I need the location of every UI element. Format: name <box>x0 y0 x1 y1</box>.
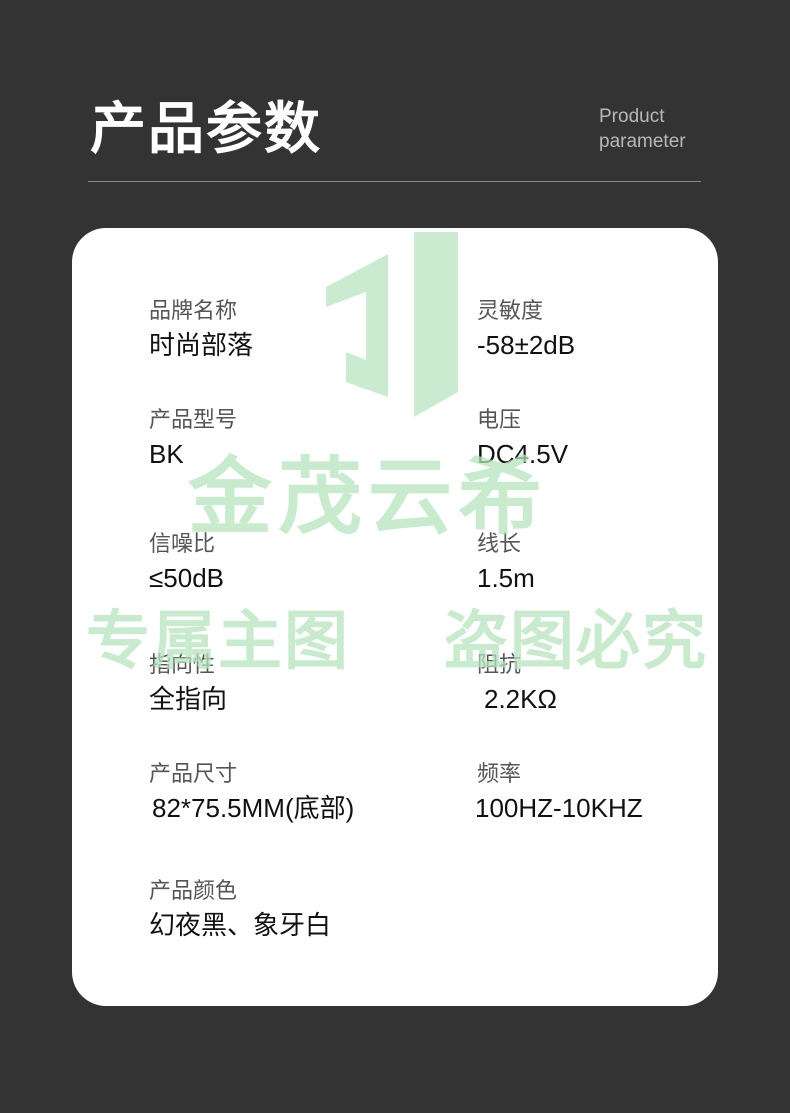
param-sensitivity: 灵敏度 -58±2dB <box>477 298 575 362</box>
param-label: 产品尺寸 <box>149 762 238 787</box>
param-snr: 信噪比 ≤50dB <box>149 531 224 595</box>
header-divider <box>88 181 701 182</box>
param-label: 电压 <box>477 408 522 433</box>
param-frequency: 频率 100HZ-10KHZ <box>475 761 643 825</box>
param-value: 时尚部落 <box>149 330 254 360</box>
param-size: 产品尺寸 82*75.5MM(底部) <box>149 761 354 825</box>
param-label: 频率 <box>477 762 522 787</box>
page-title: 产品参数 <box>90 97 322 162</box>
subtitle-line-2: parameter <box>599 131 686 152</box>
param-label: 信噪比 <box>149 532 216 557</box>
parameter-card: 品牌名称 时尚部落 产品型号 BK 信噪比 ≤50dB 指向性 全指向 产品尺寸… <box>72 228 718 1006</box>
subtitle-line-1: Product <box>599 106 665 127</box>
param-value: 幻夜黑、象牙白 <box>149 910 332 940</box>
param-cable-length: 线长 1.5m <box>477 531 535 595</box>
param-brand: 品牌名称 时尚部落 <box>149 298 253 362</box>
param-voltage: 电压 DC4.5V <box>477 407 568 471</box>
param-value: 全指向 <box>149 684 228 714</box>
param-value: ≤50dB <box>149 563 224 593</box>
param-label: 产品型号 <box>149 408 238 433</box>
param-model: 产品型号 BK <box>149 407 237 471</box>
param-value: 1.5m <box>477 563 535 593</box>
param-value: 100HZ-10KHZ <box>475 793 643 823</box>
param-label: 指向性 <box>149 653 216 678</box>
param-directivity: 指向性 全指向 <box>149 652 227 716</box>
param-color: 产品颜色 幻夜黑、象牙白 <box>149 878 331 942</box>
param-label: 品牌名称 <box>149 299 238 324</box>
param-label: 产品颜色 <box>149 879 238 904</box>
param-value: 82*75.5MM(底部) <box>152 793 355 823</box>
param-value: DC4.5V <box>477 439 569 469</box>
param-value: -58±2dB <box>477 330 576 360</box>
param-label: 线长 <box>477 532 522 557</box>
param-value: BK <box>149 439 184 469</box>
page-subtitle: Product parameter <box>599 104 686 154</box>
param-label: 灵敏度 <box>477 299 544 324</box>
param-label: 阻抗 <box>477 653 522 678</box>
param-impedance: 阻抗 2.2KΩ <box>477 652 557 716</box>
param-value: 2.2KΩ <box>484 684 557 714</box>
